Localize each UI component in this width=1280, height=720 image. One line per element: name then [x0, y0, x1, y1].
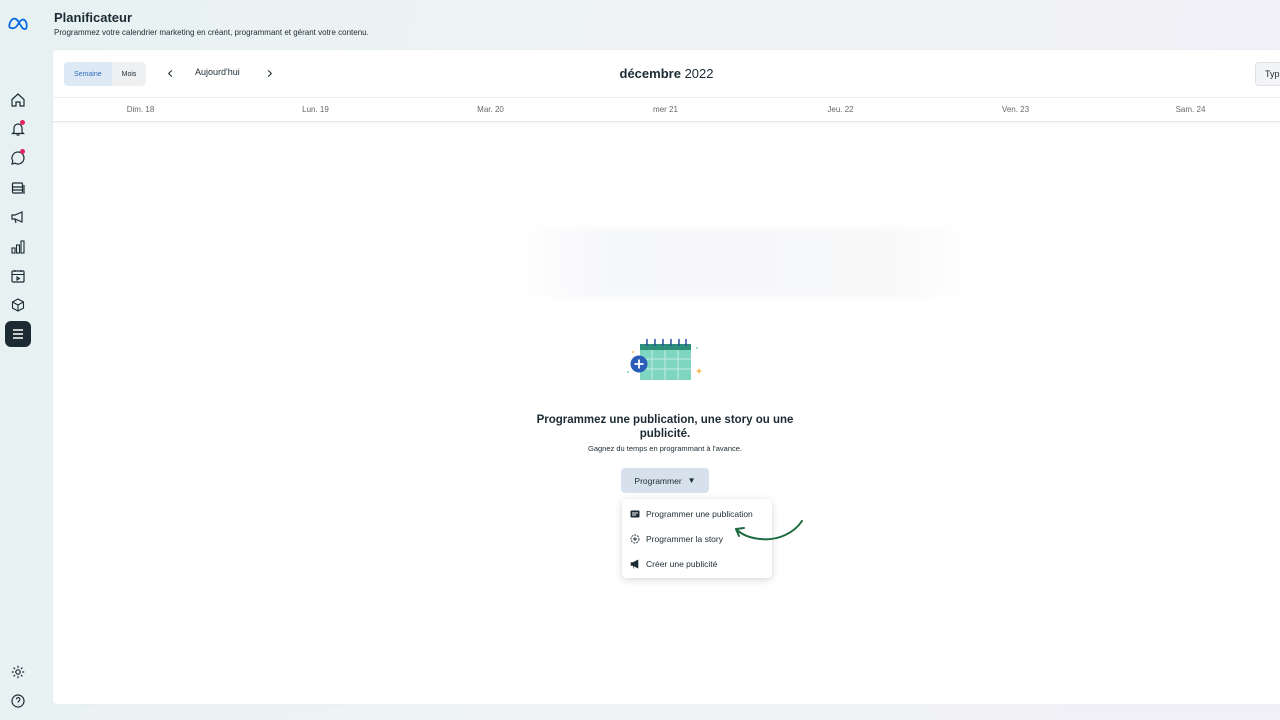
- story-icon: [630, 534, 640, 544]
- day-header: Dim. 18: [126, 105, 155, 114]
- ads-megaphone-icon[interactable]: [5, 204, 31, 230]
- empty-state-title: Programmez une publication, une story ou…: [536, 414, 794, 440]
- menu-item-label: Programmer la story: [646, 534, 723, 544]
- menu-item-label: Créer une publicité: [646, 559, 718, 569]
- day-header: Sam. 24: [1175, 105, 1206, 114]
- caret-down-icon: ▼: [687, 476, 696, 485]
- all-tools-menu-icon[interactable]: [5, 321, 31, 347]
- commerce-box-icon[interactable]: [5, 292, 31, 318]
- left-navigation-rail: [0, 0, 38, 720]
- menu-item-create-ad[interactable]: Créer une publicité: [622, 552, 772, 576]
- settings-gear-icon[interactable]: [5, 659, 31, 685]
- planner-calendar-icon[interactable]: [5, 263, 31, 289]
- meta-logo-icon[interactable]: [5, 10, 31, 36]
- empty-state-subtitle: Gagnez du temps en programmant à l'avanc…: [587, 444, 743, 453]
- calendar-toolbar: Semaine Mois Aujourd'hui décembre 2022 T…: [53, 50, 1280, 96]
- day-header: Mar. 20: [477, 105, 504, 114]
- annotation-arrow-icon: [735, 520, 803, 541]
- post-icon: [630, 510, 640, 518]
- page-subtitle: Programmez votre calendrier marketing en…: [54, 28, 369, 37]
- day-header-row: Dim. 18 Lun. 19 Mar. 20 mer 21 Jeu. 22 V…: [53, 97, 1280, 122]
- megaphone-icon: [630, 559, 639, 569]
- home-icon[interactable]: [5, 87, 31, 113]
- notifications-bell-icon[interactable]: [5, 116, 31, 142]
- content-icon[interactable]: [5, 175, 31, 201]
- insights-chart-icon[interactable]: [5, 234, 31, 260]
- notification-dot: [20, 149, 25, 154]
- calendar-add-illustration: [627, 339, 702, 380]
- page-title: Planificateur: [54, 10, 133, 25]
- month-title: décembre 2022: [53, 66, 1280, 81]
- schedule-button-label: Programmer: [634, 475, 682, 486]
- month-year: 2022: [684, 66, 714, 81]
- day-header: Ven. 23: [1001, 105, 1030, 114]
- content-type-filter-button[interactable]: Typ: [1255, 62, 1280, 86]
- help-icon[interactable]: [5, 688, 31, 714]
- notification-dot: [20, 120, 25, 125]
- schedule-dropdown-button[interactable]: Programmer ▼: [621, 468, 709, 493]
- day-header: Jeu. 22: [827, 105, 854, 114]
- month-name: décembre: [619, 66, 681, 81]
- day-header: mer 21: [653, 105, 678, 114]
- loading-placeholder: [515, 228, 975, 298]
- messages-icon[interactable]: [5, 145, 31, 171]
- day-header: Lun. 19: [302, 105, 329, 114]
